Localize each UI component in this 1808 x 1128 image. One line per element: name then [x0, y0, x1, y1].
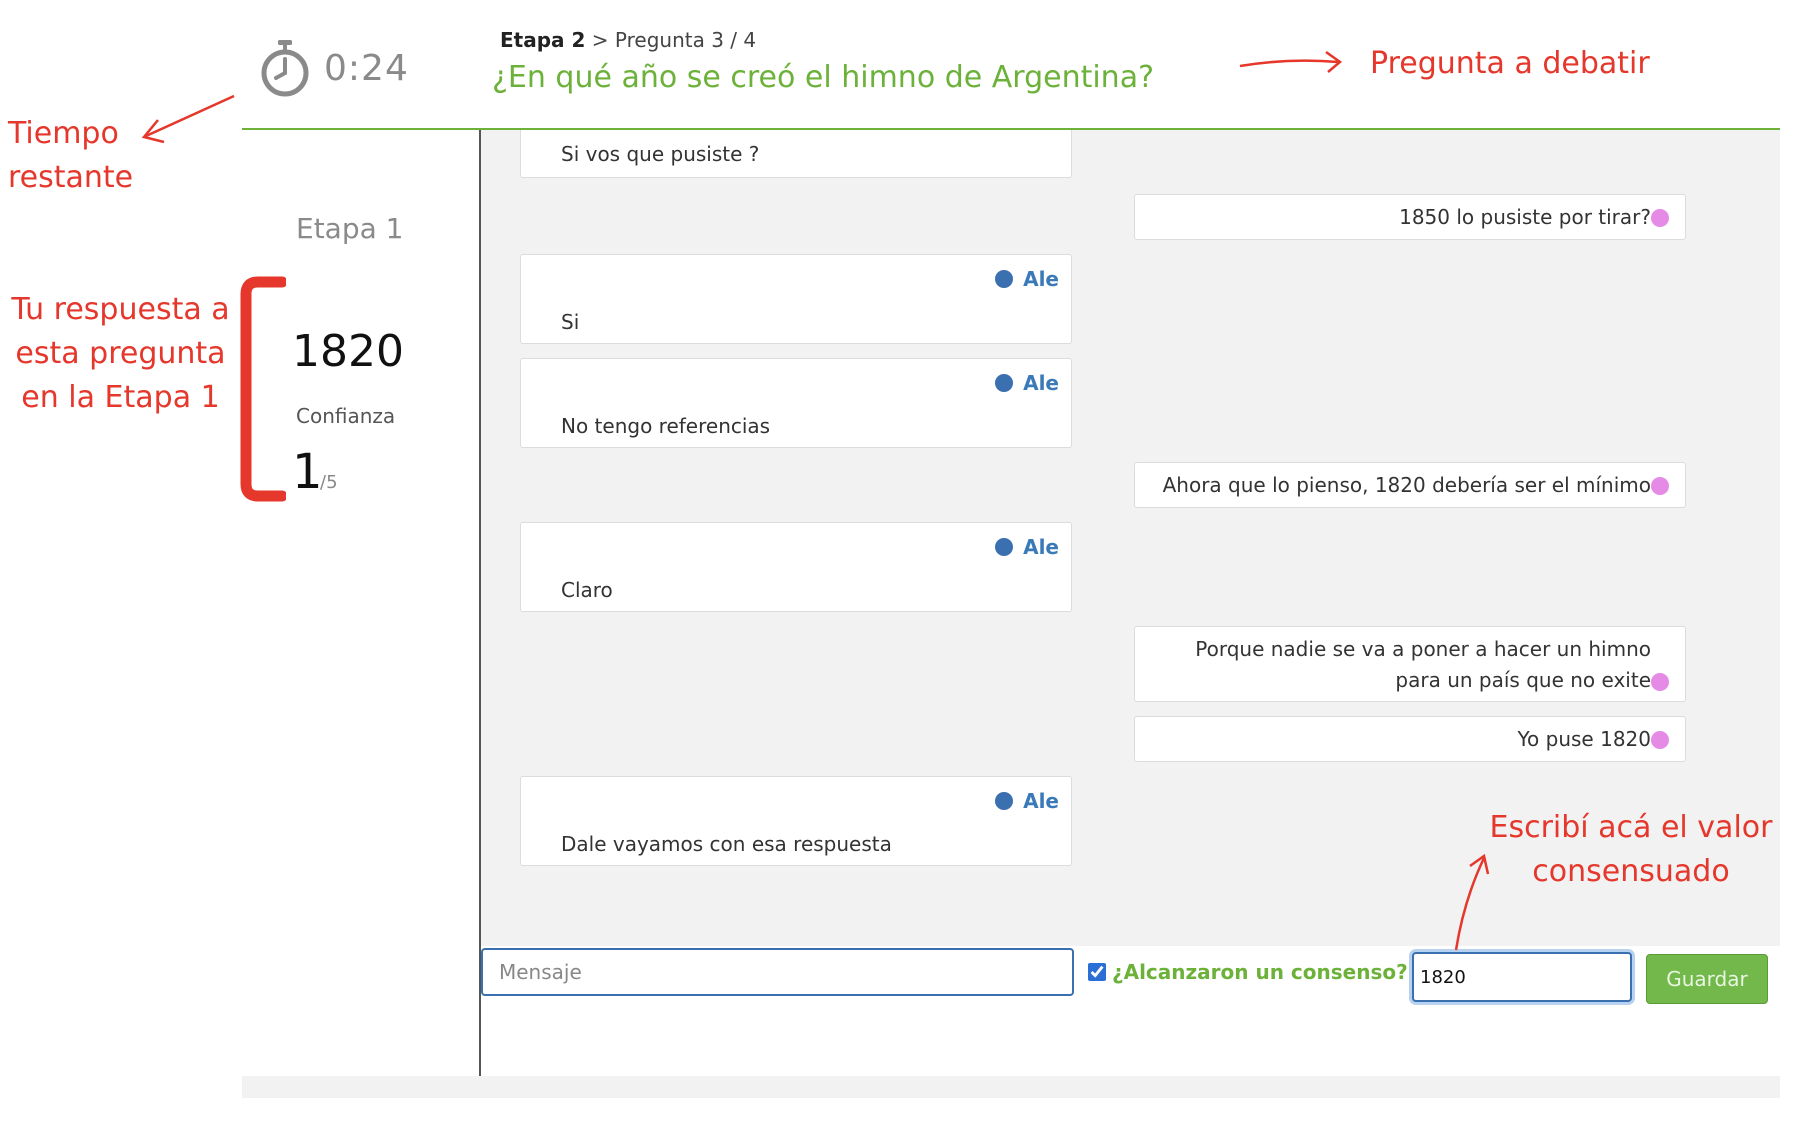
stopwatch-icon [261, 40, 309, 97]
message-author: Ale [995, 267, 1059, 291]
user-dot-icon [1651, 209, 1669, 227]
arrow-icon [1454, 853, 1490, 951]
chat-message: Si vos que pusiste ? [520, 130, 1072, 178]
arrow-icon [1239, 50, 1343, 73]
consensus-checkbox[interactable] [1088, 963, 1106, 981]
consensus-toggle[interactable]: ¿Alcanzaron un consenso? [1088, 960, 1408, 984]
question-title: ¿En qué año se creó el himno de Argentin… [492, 60, 1155, 95]
confidence-value: 1 [292, 444, 323, 500]
author-dot-icon [995, 374, 1014, 392]
annotation-time-left: Tiempo restante [8, 116, 134, 195]
bracket-icon [240, 276, 286, 502]
author-name: Ale [1023, 535, 1059, 559]
author-dot-icon [995, 792, 1014, 810]
confidence-label: Confianza [296, 404, 396, 428]
chat-message: Ahora que lo pienso, 1820 debería ser el… [1134, 462, 1686, 508]
consensus-value-input[interactable] [1412, 952, 1632, 1002]
breadcrumb-stage: Etapa 2 [500, 28, 586, 52]
chat-message: Ale Si [520, 254, 1072, 344]
chat-message: Ale Dale vayamos con esa respuesta [520, 776, 1072, 866]
annotation-your-answer: Tu respuesta a esta pregunta en la Etapa… [11, 292, 230, 415]
message-author: Ale [995, 789, 1059, 813]
chat-message: Yo puse 1820 [1134, 716, 1686, 762]
user-dot-icon [1651, 673, 1669, 691]
annotation-question-to-debate: Pregunta a debatir [1370, 46, 1650, 81]
annotation-write-value: Escribí acá el valor consensuado [1489, 810, 1773, 889]
author-dot-icon [995, 270, 1014, 288]
message-text: Ahora que lo pienso, 1820 debería ser el… [1162, 473, 1651, 497]
confidence-max: /5 [320, 472, 338, 493]
message-text: Dale vayamos con esa respuesta [561, 832, 892, 856]
arrow-icon [141, 94, 235, 144]
message-text: Porque nadie se va a poner a hacer un hi… [1195, 637, 1651, 692]
message-text: Si [561, 310, 580, 334]
chat-message: Ale Claro [520, 522, 1072, 612]
chat-message: 1850 lo pusiste por tirar? [1134, 194, 1686, 240]
chat-message: Porque nadie se va a poner a hacer un hi… [1134, 626, 1686, 702]
author-dot-icon [995, 538, 1014, 556]
breadcrumb: Etapa 2 > Pregunta 3 / 4 [500, 28, 756, 52]
author-name: Ale [1023, 371, 1059, 395]
save-button[interactable]: Guardar [1646, 954, 1768, 1004]
previous-stage-title: Etapa 1 [296, 212, 404, 245]
breadcrumb-separator: > [585, 28, 615, 52]
message-text: 1850 lo pusiste por tirar? [1399, 205, 1651, 229]
message-author: Ale [995, 371, 1059, 395]
message-text: Claro [561, 578, 613, 602]
consensus-label: ¿Alcanzaron un consenso? [1112, 960, 1408, 984]
timer-value: 0:24 [324, 47, 409, 89]
message-text: No tengo referencias [561, 414, 771, 438]
previous-answer: 1820 [292, 326, 404, 377]
breadcrumb-question: Pregunta 3 / 4 [614, 28, 757, 52]
user-dot-icon [1651, 731, 1669, 749]
message-input[interactable] [481, 948, 1074, 996]
author-name: Ale [1023, 789, 1059, 813]
user-dot-icon [1651, 477, 1669, 495]
message-author: Ale [995, 535, 1059, 559]
message-text: Yo puse 1820 [1517, 727, 1651, 751]
chat-message: Ale No tengo referencias [520, 358, 1072, 448]
timer: 0:24 [258, 30, 409, 106]
author-name: Ale [1023, 267, 1059, 291]
message-text: Si vos que pusiste ? [561, 142, 760, 166]
bottom-strip [242, 1076, 1780, 1098]
